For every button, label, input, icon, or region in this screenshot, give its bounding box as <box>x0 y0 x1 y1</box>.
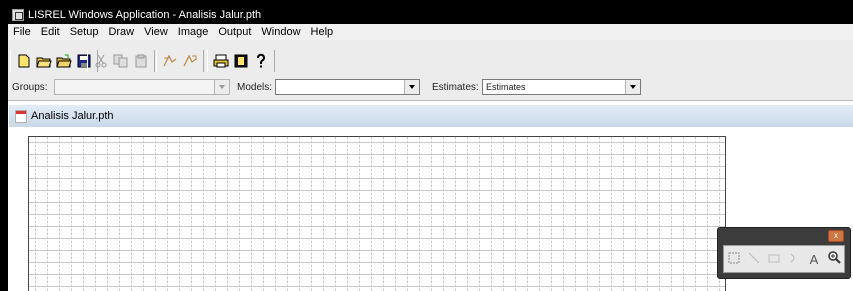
zoom-icon[interactable] <box>826 251 842 267</box>
palette-header[interactable]: x <box>718 228 850 242</box>
app-window: LISREL Windows Application - Analisis Ja… <box>8 6 853 291</box>
menu-draw[interactable]: Draw <box>103 26 139 38</box>
estimates-label: Estimates: <box>432 82 479 93</box>
close-glyph: x <box>834 231 838 240</box>
selector-bar: Groups: Models: Estimates: Estimates <box>8 74 853 101</box>
chevron-down-icon <box>630 85 636 89</box>
misc-toolbar-group <box>207 50 275 72</box>
path-toolbar-group <box>156 50 204 72</box>
models-label: Models: <box>237 82 273 93</box>
menu-output[interactable]: Output <box>213 26 256 38</box>
models-select[interactable] <box>275 79 420 95</box>
help-icon[interactable] <box>252 52 270 70</box>
menu-file[interactable]: File <box>8 26 36 38</box>
copy-icon[interactable] <box>112 52 130 70</box>
palette-body: A <box>723 245 845 273</box>
select-icon[interactable] <box>726 252 742 267</box>
groups-dropdown-button[interactable] <box>214 80 229 94</box>
menu-setup[interactable]: Setup <box>65 26 104 38</box>
rectangle-icon[interactable] <box>766 252 782 267</box>
info-icon[interactable] <box>232 52 250 70</box>
cut-icon[interactable] <box>92 52 110 70</box>
draw-tools-palette: x A <box>717 227 851 279</box>
text-icon[interactable]: A <box>806 252 822 267</box>
estimates-dropdown-button[interactable] <box>625 80 640 94</box>
document-title: Analisis Jalur.pth <box>31 110 114 122</box>
close-icon[interactable]: x <box>828 230 844 242</box>
path-icon[interactable] <box>161 52 179 70</box>
print-icon[interactable] <box>212 52 230 70</box>
paste-icon[interactable] <box>132 52 150 70</box>
open-icon[interactable] <box>35 52 53 70</box>
path-alt-icon[interactable] <box>181 52 199 70</box>
document-icon[interactable] <box>15 109 27 123</box>
edit-toolbar-group <box>87 50 155 72</box>
window-title: LISREL Windows Application - Analisis Ja… <box>28 9 262 21</box>
curve-icon[interactable] <box>786 252 802 267</box>
estimates-select[interactable]: Estimates <box>482 79 641 95</box>
chevron-down-icon <box>409 85 415 89</box>
menu-bar: File Edit Setup Draw View Image Output W… <box>8 24 853 40</box>
estimates-value: Estimates <box>486 82 526 92</box>
path-diagram-canvas[interactable] <box>28 136 726 291</box>
menu-image[interactable]: Image <box>173 26 214 38</box>
menu-window[interactable]: Window <box>256 26 305 38</box>
menu-edit[interactable]: Edit <box>36 26 65 38</box>
new-icon[interactable] <box>15 52 33 70</box>
chevron-down-icon <box>219 85 225 89</box>
title-bar: LISREL Windows Application - Analisis Ja… <box>8 6 853 24</box>
file-toolbar-group <box>10 50 98 72</box>
models-dropdown-button[interactable] <box>404 80 419 94</box>
toolbar <box>8 40 853 75</box>
groups-label: Groups: <box>12 82 48 93</box>
app-icon[interactable] <box>12 9 24 21</box>
open-folder-icon[interactable] <box>55 52 73 70</box>
groups-select[interactable] <box>54 79 230 95</box>
line-icon[interactable] <box>746 252 762 267</box>
menu-view[interactable]: View <box>139 26 173 38</box>
menu-help[interactable]: Help <box>306 26 339 38</box>
document-title-bar[interactable]: Analisis Jalur.pth <box>9 105 853 127</box>
